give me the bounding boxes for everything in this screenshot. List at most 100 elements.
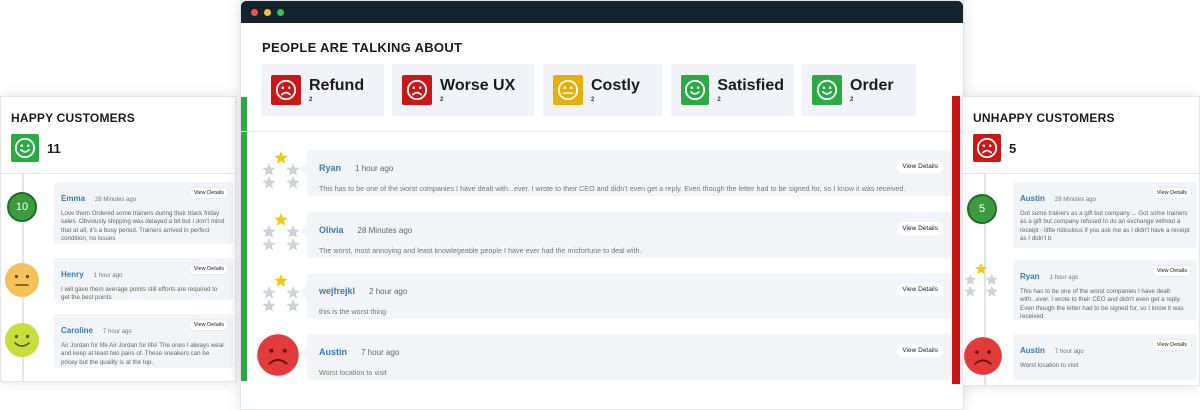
neutral-face-icon <box>5 263 39 297</box>
divider <box>241 131 963 132</box>
happy-customers-count: 11 <box>47 140 61 156</box>
minimize-window-button[interactable] <box>264 8 271 16</box>
star-empty-icon <box>286 176 300 189</box>
sad-face-icon <box>964 337 1002 375</box>
star-empty-icon <box>286 238 300 251</box>
score-indicator: 10 <box>7 192 37 222</box>
star-filled-icon <box>274 151 288 164</box>
window-titlebar <box>241 1 963 23</box>
topic-label: Satisfied <box>717 76 784 94</box>
reviewer-name[interactable]: Austin <box>1020 346 1045 355</box>
review-text: The worst, most annoying and least knowl… <box>319 246 642 255</box>
unhappy-customers-count: 5 <box>1009 140 1017 156</box>
negative-accent-bar <box>952 96 960 384</box>
happy-customers-panel: HAPPY CUSTOMERS 11 10 Emma 28 Minutes ago… <box>0 96 236 382</box>
topic-label: Costly <box>591 76 640 94</box>
happy-customers-title: HAPPY CUSTOMERS <box>11 111 135 125</box>
list-item: Austin 7 hour ago View Details Worst loca… <box>963 334 1199 380</box>
star-empty-icon <box>262 238 276 251</box>
topic-count: 2 <box>717 97 721 104</box>
view-details-button[interactable]: View Details <box>1152 340 1191 350</box>
review-card: wejfrejkl 2 hour ago View Details this is… <box>300 273 951 319</box>
review-time: 7 hour ago <box>1054 349 1084 355</box>
review-time: 28 Minutes ago <box>1054 197 1096 203</box>
topic-card-order[interactable]: Order 2 <box>802 64 916 116</box>
reviewer-name[interactable]: Henry <box>61 270 84 279</box>
review-time: 28 Minutes ago <box>95 197 137 203</box>
list-item: Olivia 28 Minutes ago View Details The wo… <box>247 212 951 262</box>
list-item: Henry 1 hour ago View Details I will gave… <box>1 258 235 302</box>
star-filled-icon <box>975 262 987 275</box>
star-empty-icon <box>286 286 300 299</box>
review-text: Worst location to visit <box>319 368 387 377</box>
view-details-button[interactable]: View Details <box>189 264 228 274</box>
reviewer-name[interactable]: Ryan <box>319 163 341 173</box>
happy-face-icon <box>5 323 39 357</box>
star-empty-icon <box>964 273 977 286</box>
unhappy-customers-panel: UNHAPPY CUSTOMERS 5 5 Austin 28 Minutes a… <box>962 96 1200 386</box>
review-card: Henry 1 hour ago View Details I will gave… <box>54 258 234 301</box>
view-details-button[interactable]: View Details <box>189 320 228 330</box>
star-filled-icon <box>274 274 288 287</box>
topic-label: Order <box>850 76 894 94</box>
star-rating <box>262 151 300 189</box>
review-text: Air Jordan for life Air Jordan for life!… <box>61 342 225 366</box>
view-details-button[interactable]: View Details <box>1152 188 1191 198</box>
view-details-button[interactable]: View Details <box>897 344 943 357</box>
review-card: Olivia 28 Minutes ago View Details The wo… <box>300 212 951 258</box>
star-filled-icon <box>274 213 288 226</box>
main-window: PEOPLE ARE TALKING ABOUT Refund 2 Worse … <box>240 0 964 410</box>
review-card: Austin 7 hour ago View Details Worst loca… <box>1013 334 1197 380</box>
unhappy-customers-title: UNHAPPY CUSTOMERS <box>973 111 1115 125</box>
star-empty-icon <box>286 225 300 238</box>
topic-card-satisfied[interactable]: Satisfied 2 <box>671 64 794 116</box>
review-time: 7 hour ago <box>361 348 400 357</box>
happy-face-icon <box>812 75 842 105</box>
close-window-button[interactable] <box>251 8 258 16</box>
topic-count: 2 <box>850 97 854 104</box>
review-card: Caroline 7 hour ago View Details Air Jord… <box>54 314 234 368</box>
reviewer-name[interactable]: Olivia <box>319 225 344 235</box>
reviewer-name[interactable]: Austin <box>1020 194 1045 203</box>
reviewer-name[interactable]: Austin <box>319 347 347 357</box>
star-empty-icon <box>964 285 977 297</box>
star-rating <box>262 213 300 251</box>
star-rating <box>964 262 998 297</box>
topic-count: 2 <box>309 97 313 104</box>
view-details-button[interactable]: View Details <box>897 283 943 296</box>
reviewer-name[interactable]: Ryan <box>1020 272 1040 281</box>
review-card: Emma 28 Minutes ago View Details Love the… <box>54 182 234 244</box>
sad-face-icon <box>257 334 299 376</box>
star-rating <box>262 274 300 312</box>
review-text: Love them Ordered some trainers during t… <box>61 210 225 243</box>
view-details-button[interactable]: View Details <box>897 222 943 235</box>
sad-face-icon <box>402 75 432 105</box>
list-item: 10 Emma 28 Minutes ago View Details Love … <box>1 182 235 246</box>
review-time: 2 hour ago <box>369 287 408 296</box>
review-text: Worst location to visit <box>1020 362 1079 369</box>
view-details-button[interactable]: View Details <box>189 188 228 198</box>
reviewer-name[interactable]: Caroline <box>61 326 93 335</box>
score-indicator: 5 <box>967 194 997 224</box>
list-item: Ryan 1 hour ago View Details This has to … <box>247 150 951 200</box>
star-empty-icon <box>262 163 276 176</box>
star-empty-icon <box>985 285 998 297</box>
happy-face-icon <box>681 75 710 105</box>
topics-row: Refund 2 Worse UX 2 Costly 2 Satisfied 2… <box>261 64 916 116</box>
review-text: Got some trainers as a gift but company … <box>1020 210 1190 243</box>
star-empty-icon <box>985 273 998 286</box>
view-details-button[interactable]: View Details <box>1152 266 1191 276</box>
reviewer-name[interactable]: Emma <box>61 194 85 203</box>
maximize-window-button[interactable] <box>277 8 284 16</box>
view-details-button[interactable]: View Details <box>897 160 943 173</box>
star-empty-icon <box>262 299 276 312</box>
topic-card-costly[interactable]: Costly 2 <box>543 64 663 116</box>
reviewer-name[interactable]: wejfrejkl <box>319 286 355 296</box>
star-empty-icon <box>286 299 300 312</box>
topic-card-refund[interactable]: Refund 2 <box>261 64 384 116</box>
sad-face-icon <box>271 75 301 105</box>
review-card: Austin 7 hour ago View Details Worst loca… <box>300 334 951 380</box>
review-card: Ryan 1 hour ago View Details This has to … <box>300 150 951 196</box>
topic-card-worse-ux[interactable]: Worse UX 2 <box>392 64 535 116</box>
happy-face-icon <box>11 134 39 162</box>
